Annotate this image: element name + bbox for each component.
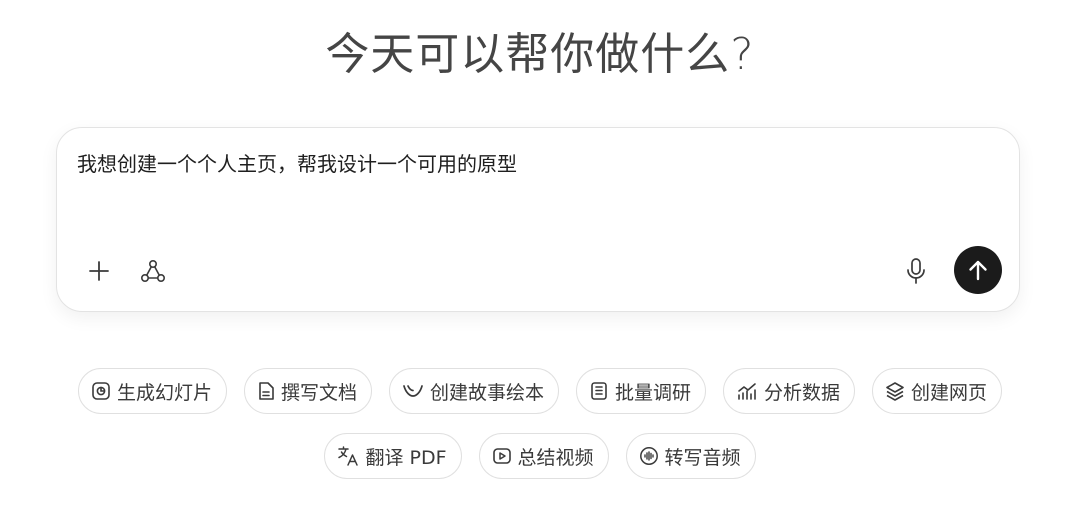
plus-icon xyxy=(89,261,109,281)
chip-create-webpage[interactable]: 创建网页 xyxy=(872,368,1003,414)
suggestion-chips-row-1: 生成幻灯片 撰写文档 创建故事绘本 批量调研 分析数据 创建网页 xyxy=(0,368,1080,414)
translate-icon xyxy=(338,446,359,466)
chip-analyze-data[interactable]: 分析数据 xyxy=(723,368,856,414)
chip-label: 翻译 PDF xyxy=(365,446,447,469)
audio-wave-icon xyxy=(639,447,658,465)
chip-label: 生成幻灯片 xyxy=(116,381,212,404)
chip-summarize-video[interactable]: 总结视频 xyxy=(478,433,609,479)
research-icon xyxy=(591,382,607,400)
connectors-button[interactable] xyxy=(133,251,173,291)
layers-icon xyxy=(886,382,904,401)
chip-transcribe-audio[interactable]: 转写音频 xyxy=(625,433,756,479)
chat-composer: 我想创建一个个人主页，帮我设计一个可用的原型 xyxy=(56,127,1020,312)
chip-label: 批量调研 xyxy=(615,381,692,404)
prompt-input[interactable]: 我想创建一个个人主页，帮我设计一个可用的原型 xyxy=(77,150,937,178)
suggestion-chips-row-2: 翻译 PDF 总结视频 转写音频 xyxy=(0,433,1080,479)
chip-label: 转写音频 xyxy=(664,446,741,469)
slides-icon xyxy=(92,382,110,400)
storybook-icon xyxy=(403,385,423,397)
document-icon xyxy=(259,382,274,400)
analytics-icon xyxy=(738,383,756,400)
arrow-up-icon xyxy=(969,260,987,281)
video-icon xyxy=(492,448,511,464)
page-title: 今天可以帮你做什么? xyxy=(325,29,755,80)
chip-generate-slides[interactable]: 生成幻灯片 xyxy=(77,368,227,414)
connectors-icon xyxy=(140,259,165,283)
chip-translate-pdf[interactable]: 翻译 PDF xyxy=(324,433,462,479)
chip-batch-research[interactable]: 批量调研 xyxy=(576,368,707,414)
chip-create-storybook[interactable]: 创建故事绘本 xyxy=(388,368,559,414)
send-button[interactable] xyxy=(954,246,1002,294)
chip-label: 创建故事绘本 xyxy=(429,381,544,404)
voice-input-button[interactable] xyxy=(896,251,936,291)
chip-label: 总结视频 xyxy=(517,446,594,469)
chip-label: 创建网页 xyxy=(911,381,988,404)
chip-write-document[interactable]: 撰写文档 xyxy=(243,368,372,414)
microphone-icon xyxy=(907,258,925,284)
chip-label: 撰写文档 xyxy=(280,381,357,404)
chip-label: 分析数据 xyxy=(764,381,841,404)
add-attachment-button[interactable] xyxy=(79,251,119,291)
